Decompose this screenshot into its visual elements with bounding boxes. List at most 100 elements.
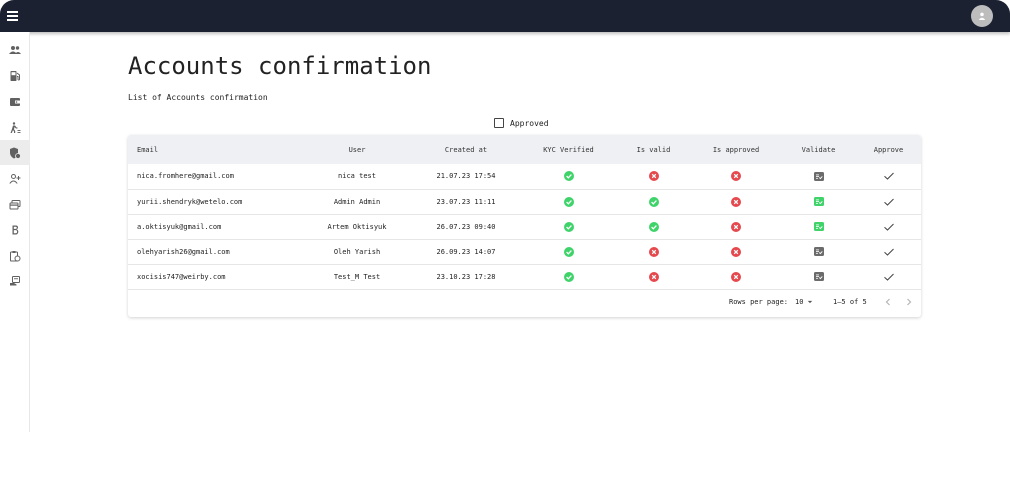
check-circle-icon [563, 221, 574, 232]
column-header-approve[interactable]: Approve [856, 135, 921, 164]
validate-list-icon [815, 249, 823, 255]
person-icon [978, 12, 986, 20]
validate-list-icon [815, 199, 823, 205]
validate-button[interactable] [813, 171, 824, 181]
hamburger-menu-icon[interactable] [6, 8, 20, 22]
table-row: a.oktisyuk@gmail.com Artem Oktisyuk 26.07.… [128, 214, 921, 239]
approve-check-icon[interactable] [883, 197, 895, 207]
dropdown-arrow-icon [808, 300, 813, 304]
column-header-email[interactable]: Email [128, 135, 303, 164]
validate-button[interactable] [813, 197, 824, 206]
validate-button[interactable] [813, 222, 824, 231]
approved-filter[interactable]: Approved [494, 118, 549, 128]
sidebar-item-cards[interactable] [0, 192, 30, 217]
app-window: Accounts confirmation List of Accounts c… [0, 0, 1010, 494]
cell-approve [856, 264, 921, 289]
cell-is-approved [691, 239, 781, 264]
sidebar-item-payouts[interactable] [0, 268, 30, 293]
cell-user: Oleh Yarish [333, 247, 381, 256]
sidebar-item-bitcoin[interactable] [0, 217, 30, 242]
cell-is-approved [691, 264, 781, 289]
cancel-circle-icon [731, 171, 741, 182]
column-header-created-at[interactable]: Created at [411, 135, 521, 164]
cell-kyc-verified [521, 164, 616, 189]
cancel-circle-icon [648, 271, 659, 282]
page-title: Accounts confirmation [128, 52, 432, 80]
validate-button[interactable] [813, 247, 824, 256]
check-circle-icon [563, 271, 574, 282]
table-header-row: Email User Created at KYC Verified Is va… [128, 135, 921, 164]
check-circle-icon [563, 171, 574, 182]
cell-validate [781, 189, 856, 214]
approved-checkbox[interactable] [494, 118, 504, 128]
cancel-circle-icon [731, 271, 741, 282]
cell-is-valid [616, 264, 691, 289]
page-subtitle: List of Accounts confirmation [128, 93, 268, 102]
bitcoin-icon [12, 225, 19, 234]
cell-user: Admin Admin [333, 197, 381, 206]
check-circle-icon [648, 221, 659, 232]
sidebar-item-accounts-confirmation[interactable] [0, 140, 30, 165]
next-page-icon[interactable] [903, 296, 915, 308]
accounts-table-card: Email User Created at KYC Verified Is va… [128, 135, 921, 317]
sidebar-item-walking[interactable] [0, 115, 30, 140]
sidebar-item-timesheet[interactable] [0, 243, 30, 268]
cell-user: nica test [338, 172, 376, 181]
approve-check-icon[interactable] [883, 247, 895, 257]
cell-validate [781, 214, 856, 239]
rows-per-page-label: Rows per page: [729, 298, 789, 306]
cell-email: xocisis747@weirby.com [137, 272, 226, 281]
table-pagination: Rows per page: 10 1–5 of 5 [128, 290, 921, 317]
cell-kyc-verified [521, 214, 616, 239]
shield-check-icon [10, 147, 21, 159]
validate-list-icon [815, 224, 823, 230]
column-header-user[interactable]: User [303, 135, 411, 164]
column-header-is-valid[interactable]: Is valid [616, 135, 691, 164]
cell-is-approved [691, 214, 781, 239]
check-circle-icon [563, 246, 574, 257]
cell-is-valid [616, 189, 691, 214]
user-avatar[interactable] [971, 5, 993, 27]
previous-page-icon[interactable] [882, 296, 894, 308]
cell-user: Test_M Test [333, 272, 381, 281]
check-circle-icon [563, 196, 574, 207]
column-header-validate[interactable]: Validate [781, 135, 856, 164]
sidebar-item-fuel[interactable] [0, 63, 30, 88]
cell-approve [856, 214, 921, 239]
cell-is-approved [691, 189, 781, 214]
cell-is-valid [616, 214, 691, 239]
column-header-is-approved[interactable]: Is approved [691, 135, 781, 164]
column-header-kyc-verified[interactable]: KYC Verified [521, 135, 616, 164]
approved-filter-label: Approved [510, 118, 549, 128]
gas-station-icon [10, 70, 20, 81]
cell-kyc-verified [521, 239, 616, 264]
table-body: nica.fromhere@gmail.com nica test 21.07.23… [128, 164, 921, 289]
cell-validate [781, 239, 856, 264]
cancel-circle-icon [648, 246, 659, 257]
cell-created-at: 21.07.23 17:54 [436, 172, 496, 181]
rows-per-page-select[interactable]: 10 [795, 298, 813, 306]
cell-is-valid [616, 239, 691, 264]
validate-list-icon [815, 174, 823, 180]
people-icon [9, 45, 21, 54]
top-app-bar [0, 0, 1010, 32]
cell-created-at: 23.10.23 17:28 [436, 272, 496, 281]
clipboard-timer-icon [10, 250, 21, 261]
validate-button[interactable] [813, 272, 824, 281]
cell-approve [856, 164, 921, 189]
table-row: nica.fromhere@gmail.com nica test 21.07.23… [128, 164, 921, 189]
check-circle-icon [648, 196, 659, 207]
sidebar-item-users[interactable] [0, 37, 30, 62]
sidebar-nav [0, 32, 30, 432]
approve-check-icon[interactable] [883, 272, 895, 282]
cell-kyc-verified [521, 189, 616, 214]
sidebar-item-wallet[interactable] [0, 89, 30, 114]
cell-email: a.oktisyuk@gmail.com [137, 222, 222, 231]
approve-check-icon[interactable] [883, 222, 895, 232]
cancel-circle-icon [731, 221, 741, 232]
table-row: olehyarish26@gmail.com Oleh Yarish 26.09.2… [128, 239, 921, 264]
sidebar-item-add-user[interactable] [0, 166, 30, 191]
cell-kyc-verified [521, 264, 616, 289]
approve-check-icon[interactable] [883, 171, 895, 181]
cancel-circle-icon [731, 246, 741, 257]
